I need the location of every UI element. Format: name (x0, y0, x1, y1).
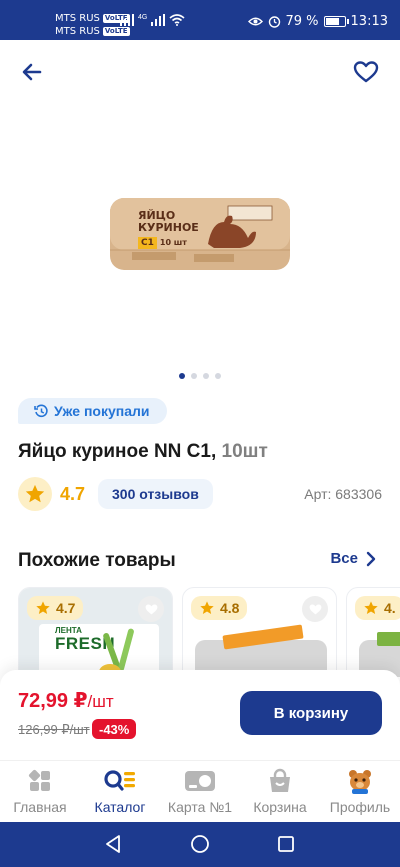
home-icon (27, 767, 53, 795)
similar-product-card[interactable]: 4.8 (182, 587, 337, 677)
purchase-panel: 72,99 ₽/шт 126,99 ₽/шт -43% В корзину (0, 670, 400, 765)
star-icon (200, 601, 214, 614)
network-type: 4G (138, 14, 148, 21)
status-right: 79 % 13:13 (247, 14, 388, 29)
system-back-icon[interactable] (104, 834, 124, 854)
signal-icon (120, 14, 134, 26)
package-text-2: КУРИНОЕ (138, 221, 199, 234)
similar-product-card[interactable]: 4.7 ЛЕНТА FRESH (18, 587, 173, 677)
carousel-dot[interactable] (203, 373, 209, 379)
article-number: Арт: 683306 (304, 486, 382, 502)
already-bought-badge: Уже покупали (18, 398, 168, 424)
nav-catalog[interactable]: Каталог (80, 767, 160, 815)
heart-icon (309, 604, 321, 615)
old-price: 126,99 ₽/шт (18, 722, 90, 737)
card-rating-value: 4. (384, 600, 396, 616)
nav-home[interactable]: Главная (0, 767, 80, 815)
system-home-icon[interactable] (190, 834, 210, 854)
nav-profile[interactable]: Профиль (320, 767, 400, 815)
price-unit: /шт (87, 692, 114, 711)
carrier-1: MTS RUS (55, 13, 100, 24)
current-price: 72,99 ₽/шт (18, 688, 114, 713)
product-rating[interactable]: 4.7 (18, 477, 85, 511)
clock: 13:13 (350, 14, 388, 29)
eye-icon (247, 17, 263, 26)
reviews-button[interactable]: 300 отзывов (98, 479, 213, 509)
rating-star-badge (18, 477, 52, 511)
back-arrow-icon[interactable] (18, 58, 46, 86)
product-name: Яйцо куриное NN C1, (18, 441, 222, 462)
nav-profile-label: Профиль (329, 799, 391, 815)
product-quantity: 10шт (221, 441, 268, 462)
bottom-navigation: Главная Каталог Карта №1 Корзина Профиль (0, 760, 400, 822)
nav-home-label: Главная (13, 799, 67, 815)
similar-products-carousel: 4.7 ЛЕНТА FRESH 4.8 4. (18, 587, 400, 677)
nav-cart[interactable]: Корзина (240, 767, 320, 815)
system-navigation-bar (0, 822, 400, 867)
battery-icon (323, 16, 349, 27)
carrier-info: MTS RUS VoLTE MTS RUS VoLTE (55, 12, 130, 38)
card-rating-value: 4.7 (56, 600, 76, 616)
price-value: 72,99 ₽ (18, 690, 88, 712)
see-all-link[interactable]: Все (330, 550, 376, 567)
package-grade: С1 (138, 237, 157, 249)
card-favorite-button[interactable] (302, 596, 328, 622)
similar-product-card[interactable]: 4. (346, 587, 400, 677)
battery-level (325, 18, 339, 25)
nav-catalog-label: Каталог (94, 799, 146, 815)
carousel-dot[interactable] (179, 373, 185, 379)
signal-icons: 4G (120, 14, 185, 26)
nav-card-label: Карта №1 (167, 799, 233, 815)
product-image[interactable]: ЯЙЦО КУРИНОЕ С1 10 шт (108, 194, 292, 272)
system-recents-icon[interactable] (276, 834, 296, 854)
product-header (0, 52, 400, 92)
star-icon (25, 484, 45, 503)
card-rating-value: 4.8 (220, 600, 240, 616)
battery-percent: 79 % (285, 14, 319, 29)
carrier-2: MTS RUS (55, 26, 100, 37)
already-bought-label: Уже покупали (54, 403, 150, 419)
wifi-icon (169, 14, 185, 26)
similar-products-title: Похожие товары (18, 550, 176, 571)
catalog-icon (103, 767, 137, 795)
star-icon (364, 601, 378, 614)
volte-badge-2: VoLTE (102, 27, 130, 36)
history-icon (34, 404, 48, 417)
package-qty: 10 шт (159, 238, 187, 247)
card-favorite-button[interactable] (138, 596, 164, 622)
image-carousel-dots (0, 373, 400, 379)
add-to-cart-button[interactable]: В корзину (240, 691, 382, 735)
carousel-dot[interactable] (215, 373, 221, 379)
heart-icon (145, 604, 157, 615)
star-icon (36, 601, 50, 614)
profile-icon (346, 767, 374, 795)
card-rating: 4.7 (27, 596, 84, 620)
card-rating: 4.8 (191, 596, 248, 620)
favorite-heart-icon[interactable] (352, 58, 380, 86)
alarm-icon (268, 16, 280, 28)
nav-card[interactable]: Карта №1 (160, 767, 240, 815)
rating-value: 4.7 (60, 483, 86, 504)
package-label: ЯЙЦО КУРИНОЕ С1 10 шт (138, 210, 199, 249)
chevron-right-icon (366, 551, 376, 566)
cart-icon (267, 767, 293, 795)
card-rating: 4. (355, 596, 400, 620)
discount-badge: -43% (92, 719, 137, 739)
product-title: Яйцо куриное NN C1, 10шт (18, 441, 268, 463)
nav-cart-label: Корзина (253, 799, 307, 815)
card-icon (184, 767, 216, 795)
carousel-dot[interactable] (191, 373, 197, 379)
status-bar: MTS RUS VoLTE MTS RUS VoLTE 4G 79 % 13:13 (0, 0, 400, 40)
signal-icon-2 (151, 14, 166, 26)
see-all-label: Все (330, 550, 358, 567)
